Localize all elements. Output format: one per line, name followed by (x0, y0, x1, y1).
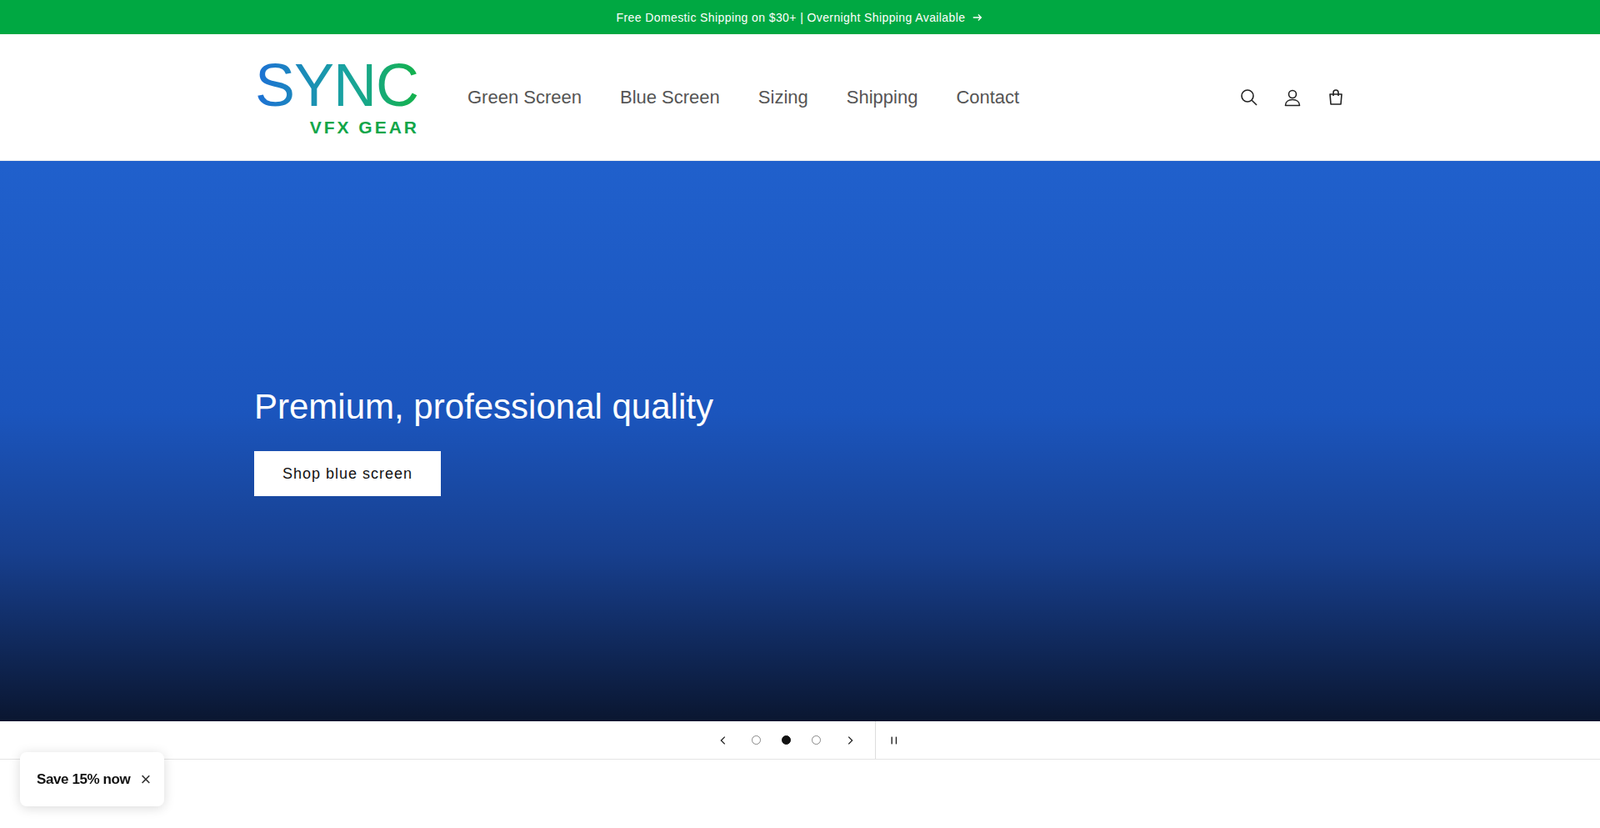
slide-dot-button[interactable] (771, 720, 802, 759)
arrow-right-icon (971, 11, 984, 24)
announcement-bar[interactable]: Free Domestic Shipping on $30+ | Overnig… (0, 0, 1600, 35)
slider-controls-group (705, 720, 913, 759)
header-inner: SYNC VFX GEAR Green Screen Blue Screen Siz… (254, 34, 1346, 160)
search-icon[interactable] (1239, 87, 1260, 108)
controls-separator (875, 720, 876, 759)
slide-dots (741, 720, 832, 759)
slide-dot (751, 735, 761, 745)
logo-tagline[interactable]: VFX GEAR (310, 117, 420, 138)
header-icons (1239, 87, 1346, 108)
popup-close-button[interactable]: × (140, 770, 151, 789)
previous-slide-button[interactable] (705, 720, 742, 759)
logo[interactable]: SYNC VFX GEAR (254, 56, 420, 137)
slide-dot (781, 735, 791, 745)
slide-dot-button[interactable] (741, 720, 772, 759)
hero-content: Premium, professional quality Shop blue … (254, 385, 1346, 496)
chevron-left-icon (717, 734, 730, 746)
slide-dot (811, 735, 821, 745)
chevron-right-icon (844, 734, 856, 746)
account-icon[interactable] (1282, 87, 1303, 108)
nav-item[interactable]: Contact (955, 81, 1020, 114)
shop-button[interactable]: Shop blue screen (254, 450, 441, 496)
main-nav: Green Screen Blue Screen Sizing Shipping Con… (467, 81, 1240, 114)
next-slide-button[interactable] (831, 720, 869, 759)
header: SYNC VFX GEAR Green Screen Blue Screen Siz… (0, 34, 1600, 161)
hero-banner: Premium, professional quality Shop blue … (0, 160, 1600, 721)
announcement-text[interactable]: Free Domestic Shipping on $30+ | Overnig… (616, 10, 966, 25)
nav-item[interactable]: Shipping (846, 81, 919, 114)
page: Free Domestic Shipping on $30+ | Overnig… (0, 0, 1600, 828)
nav-item[interactable]: Sizing (758, 81, 809, 114)
popup-text[interactable]: Save 15% now (36, 770, 130, 788)
hero-heading: Premium, professional quality (254, 385, 714, 428)
autoplay-button[interactable] (875, 720, 913, 759)
discount-popup[interactable]: Save 15% now × (20, 751, 165, 806)
slide-dot-button[interactable] (801, 720, 832, 759)
nav-item[interactable]: Blue Screen (620, 81, 720, 114)
nav-item[interactable]: Green Screen (467, 81, 582, 114)
cart-icon[interactable] (1325, 87, 1346, 108)
logo-name[interactable]: SYNC (254, 56, 420, 114)
pause-icon (888, 734, 900, 746)
slider-controls (0, 720, 1600, 760)
